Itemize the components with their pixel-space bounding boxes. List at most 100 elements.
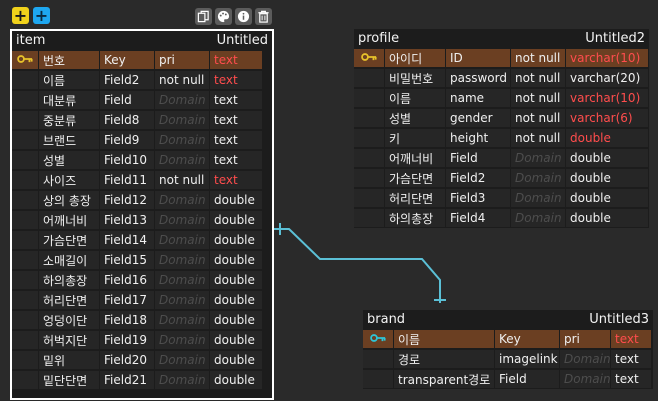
- key-cell[interactable]: [12, 71, 38, 89]
- column-name-cell[interactable]: 중분류: [39, 111, 99, 129]
- table-title[interactable]: Untitled3: [589, 312, 649, 327]
- column-field-cell[interactable]: Field13: [100, 211, 154, 229]
- column-row[interactable]: 이름 name not null varchar(10): [354, 88, 649, 108]
- column-name-cell[interactable]: 경로: [394, 350, 494, 368]
- column-row[interactable]: 키 height not null double: [354, 128, 649, 148]
- column-datatype-cell[interactable]: varchar(6): [566, 109, 648, 127]
- table-profile[interactable]: profile Untitled2 아이디 ID not null varchar(10)…: [354, 29, 649, 228]
- column-domain-cell[interactable]: Domain: [511, 209, 565, 227]
- table-name[interactable]: brand: [367, 312, 405, 327]
- column-datatype-cell[interactable]: text: [210, 111, 262, 129]
- column-field-cell[interactable]: height: [446, 129, 510, 147]
- column-datatype-cell[interactable]: double: [210, 311, 262, 329]
- key-cell[interactable]: [12, 91, 38, 109]
- column-datatype-cell[interactable]: text: [210, 51, 262, 69]
- column-constraint-cell[interactable]: pri: [560, 330, 610, 348]
- column-domain-cell[interactable]: Domain: [155, 271, 209, 289]
- column-datatype-cell[interactable]: double: [210, 331, 262, 349]
- column-datatype-cell[interactable]: text: [611, 370, 651, 388]
- key-cell[interactable]: [363, 330, 393, 348]
- key-cell[interactable]: [354, 89, 384, 107]
- column-name-cell[interactable]: 어깨너비: [385, 149, 445, 167]
- column-domain-cell[interactable]: Domain: [511, 189, 565, 207]
- key-cell[interactable]: [354, 69, 384, 87]
- column-name-cell[interactable]: 밑위: [39, 351, 99, 369]
- column-datatype-cell[interactable]: double: [210, 251, 262, 269]
- column-domain-cell[interactable]: Domain: [155, 211, 209, 229]
- key-cell[interactable]: [12, 191, 38, 209]
- key-cell[interactable]: [12, 51, 38, 69]
- table-header[interactable]: brand Untitled3: [363, 310, 653, 329]
- column-field-cell[interactable]: Field10: [100, 151, 154, 169]
- column-constraint-cell[interactable]: not null: [511, 69, 565, 87]
- key-cell[interactable]: [354, 149, 384, 167]
- column-row[interactable]: 사이즈 Field11 not null text: [12, 170, 272, 190]
- column-domain-cell[interactable]: Domain: [155, 371, 209, 389]
- column-field-cell[interactable]: ID: [446, 49, 510, 67]
- column-datatype-cell[interactable]: double: [210, 371, 262, 389]
- column-field-cell[interactable]: imagelink: [495, 350, 559, 368]
- column-domain-cell[interactable]: Domain: [155, 151, 209, 169]
- column-field-cell[interactable]: Field12: [100, 191, 154, 209]
- column-name-cell[interactable]: 키: [385, 129, 445, 147]
- column-field-cell[interactable]: Field3: [446, 189, 510, 207]
- column-name-cell[interactable]: transparent경로: [394, 370, 494, 388]
- add-table-button[interactable]: +: [12, 7, 29, 24]
- column-name-cell[interactable]: 어깨너비: [39, 211, 99, 229]
- column-field-cell[interactable]: gender: [446, 109, 510, 127]
- column-constraint-cell[interactable]: not null: [511, 49, 565, 67]
- table-item[interactable]: item Untitled 번호 Key pri text 이름 Field2 not null…: [10, 29, 274, 400]
- key-cell[interactable]: [12, 111, 38, 129]
- column-name-cell[interactable]: 하의총장: [385, 209, 445, 227]
- column-name-cell[interactable]: 가슴단면: [39, 231, 99, 249]
- column-field-cell[interactable]: Field14: [100, 231, 154, 249]
- column-row[interactable]: 비밀번호 password not null varchar(20): [354, 68, 649, 88]
- column-domain-cell[interactable]: Domain: [560, 350, 610, 368]
- column-constraint-cell[interactable]: not null: [511, 129, 565, 147]
- column-datatype-cell[interactable]: double: [210, 231, 262, 249]
- column-row[interactable]: 가슴단면 Field14 Domain double: [12, 230, 272, 250]
- key-cell[interactable]: [363, 350, 393, 368]
- column-name-cell[interactable]: 브랜드: [39, 131, 99, 149]
- column-datatype-cell[interactable]: double: [566, 149, 648, 167]
- column-name-cell[interactable]: 이름: [385, 89, 445, 107]
- table-name[interactable]: profile: [358, 31, 399, 46]
- column-datatype-cell[interactable]: double: [566, 169, 648, 187]
- key-cell[interactable]: [354, 209, 384, 227]
- column-name-cell[interactable]: 성별: [39, 151, 99, 169]
- column-domain-cell[interactable]: Domain: [155, 231, 209, 249]
- column-row[interactable]: 허리단면 Field3 Domain double: [354, 188, 649, 208]
- key-cell[interactable]: [12, 331, 38, 349]
- column-field-cell[interactable]: Field16: [100, 271, 154, 289]
- table-header[interactable]: item Untitled: [12, 31, 272, 50]
- column-row[interactable]: transparent경로 Field Domain text: [363, 369, 653, 389]
- column-name-cell[interactable]: 허리단면: [385, 189, 445, 207]
- column-field-cell[interactable]: Field: [446, 149, 510, 167]
- column-name-cell[interactable]: 대분류: [39, 91, 99, 109]
- column-field-cell[interactable]: Field: [100, 91, 154, 109]
- table-title[interactable]: Untitled: [217, 33, 268, 48]
- column-domain-cell[interactable]: Domain: [155, 251, 209, 269]
- column-field-cell[interactable]: Key: [100, 51, 154, 69]
- column-row[interactable]: 소매길이 Field15 Domain double: [12, 250, 272, 270]
- column-row[interactable]: 브랜드 Field9 Domain text: [12, 130, 272, 150]
- column-domain-cell[interactable]: Domain: [155, 91, 209, 109]
- column-constraint-cell[interactable]: pri: [155, 51, 209, 69]
- column-field-cell[interactable]: Field: [495, 370, 559, 388]
- column-field-cell[interactable]: Field4: [446, 209, 510, 227]
- primary-key-row[interactable]: 번호 Key pri text: [12, 50, 272, 70]
- column-name-cell[interactable]: 사이즈: [39, 171, 99, 189]
- column-name-cell[interactable]: 허벅지단: [39, 331, 99, 349]
- key-cell[interactable]: [12, 351, 38, 369]
- column-row[interactable]: 밑단단면 Field21 Domain double: [12, 370, 272, 390]
- column-domain-cell[interactable]: Domain: [511, 169, 565, 187]
- column-datatype-cell[interactable]: text: [611, 350, 651, 368]
- column-domain-cell[interactable]: Domain: [155, 291, 209, 309]
- column-field-cell[interactable]: name: [446, 89, 510, 107]
- column-row[interactable]: 밑위 Field20 Domain double: [12, 350, 272, 370]
- copy-icon[interactable]: [195, 8, 212, 25]
- column-domain-cell[interactable]: Domain: [155, 191, 209, 209]
- column-domain-cell[interactable]: Domain: [155, 311, 209, 329]
- column-row[interactable]: 대분류 Field Domain text: [12, 90, 272, 110]
- column-domain-cell[interactable]: Domain: [560, 370, 610, 388]
